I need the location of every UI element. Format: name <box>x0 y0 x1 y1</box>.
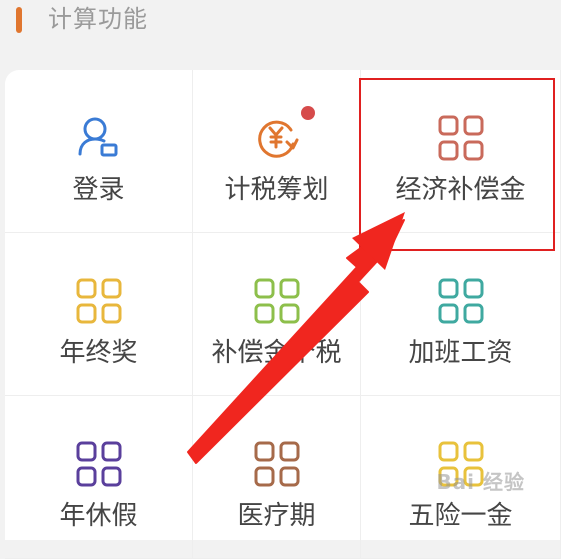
section-title: 计算功能 <box>48 5 148 33</box>
grid-item-year-end-bonus[interactable]: 年终奖 <box>5 233 193 396</box>
grid-icon <box>437 114 485 162</box>
notification-badge-dot <box>300 106 315 120</box>
grid-icon <box>75 440 123 488</box>
grid-item-overtime-pay[interactable]: 加班工资 <box>361 233 561 396</box>
grid-item-severance-tax[interactable]: 补偿金个税 <box>193 233 361 396</box>
grid-item-label: 五险一金 <box>408 501 513 531</box>
grid-item-login[interactable]: 登录 <box>5 70 193 233</box>
grid-item-severance[interactable]: 经济补偿金 <box>361 70 561 233</box>
section-header: 计算功能 <box>0 0 561 40</box>
grid-icon <box>75 277 123 325</box>
section-accent-bar <box>16 7 22 33</box>
grid-item-label: 加班工资 <box>408 338 513 368</box>
watermark: Bai 经验 <box>436 470 525 494</box>
user-login-icon <box>75 114 123 162</box>
yuan-refresh-icon <box>253 106 315 162</box>
grid-item-label: 补偿金个税 <box>211 338 342 368</box>
grid-item-medical-period[interactable]: 医疗期 <box>193 396 361 559</box>
grid-icon <box>253 277 301 325</box>
grid-item-tax-planning[interactable]: 计税筹划 <box>193 70 361 233</box>
grid-item-label: 年休假 <box>59 501 138 531</box>
grid-item-label: 年终奖 <box>59 338 138 368</box>
grid-item-label: 登录 <box>72 175 125 205</box>
grid-item-label: 计税筹划 <box>224 175 329 205</box>
grid-icon <box>253 440 301 488</box>
grid-item-label: 医疗期 <box>237 501 316 531</box>
grid-item-label: 经济补偿金 <box>395 175 526 205</box>
grid-icon <box>437 277 485 325</box>
grid-item-annual-leave[interactable]: 年休假 <box>5 396 193 559</box>
